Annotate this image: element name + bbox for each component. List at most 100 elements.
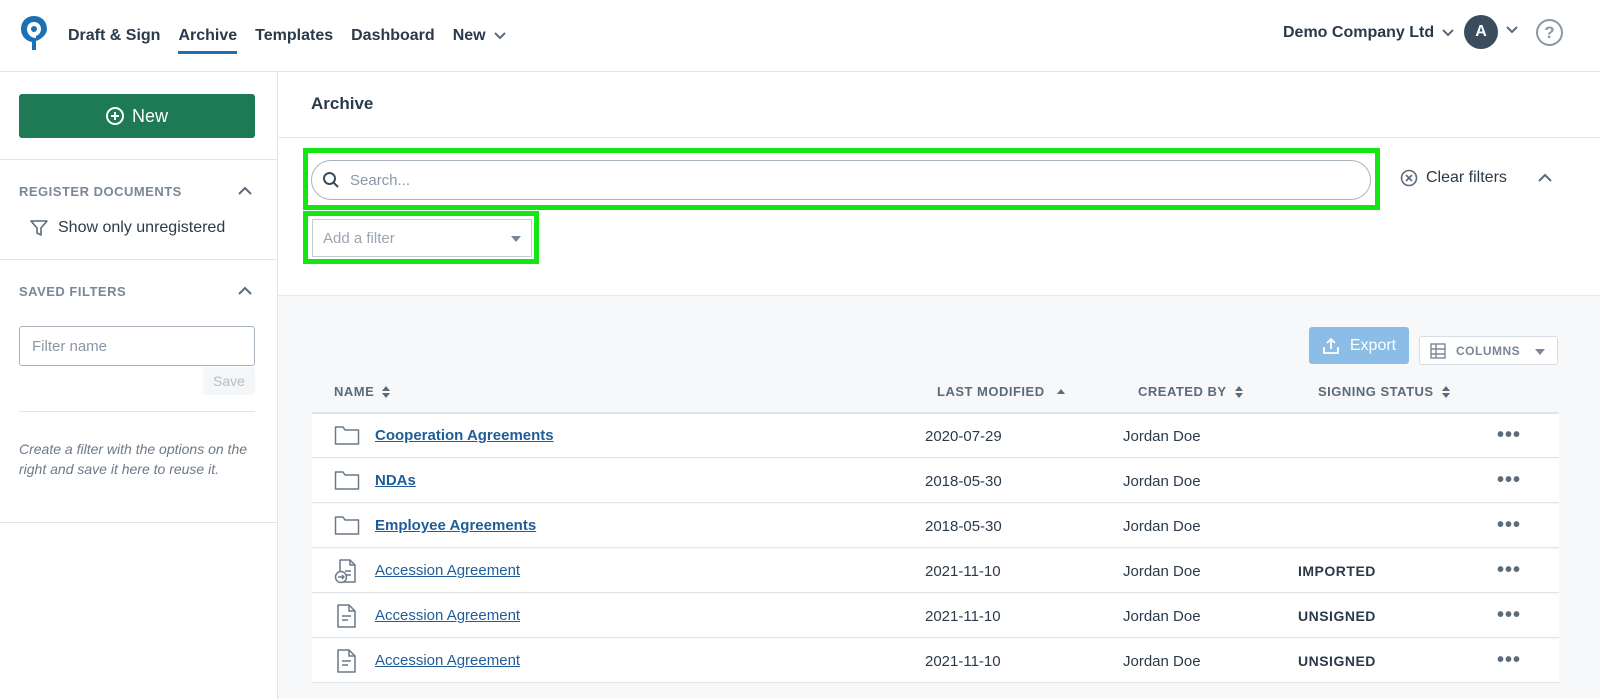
plus-circle-icon [105,107,124,125]
show-unregistered-filter[interactable]: Show only unregistered [30,219,225,237]
chevron-down-icon[interactable] [1506,26,1518,34]
row-name-link[interactable]: Accession Agreement [375,607,520,624]
table-row[interactable]: Accession Agreement 2021-11-10 Jordan Do… [312,639,1559,683]
columns-dropdown[interactable]: COLUMNS [1419,336,1558,365]
table-row[interactable]: Accession Agreement 2021-11-10 Jordan Do… [312,549,1559,593]
top-navigation-bar: Draft & Sign Archive Templates Dashboard… [0,0,1600,72]
row-created-by: Jordan Doe [1123,608,1201,625]
table-row[interactable]: NDAs 2018-05-30 Jordan Doe ••• [312,459,1559,503]
nav-dashboard[interactable]: Dashboard [351,0,435,72]
row-created-by: Jordan Doe [1123,518,1201,535]
row-modified: 2018-05-30 [925,473,1002,490]
caret-down-icon [1535,349,1545,355]
folder-icon [334,471,360,490]
folder-icon [334,516,360,535]
table-row[interactable]: Employee Agreements 2018-05-30 Jordan Do… [312,504,1559,548]
nav-templates[interactable]: Templates [255,0,333,72]
row-status: IMPORTED [1298,563,1376,579]
row-created-by: Jordan Doe [1123,473,1201,490]
row-name-link[interactable]: Cooperation Agreements [375,427,554,444]
save-filter-label: Save [213,373,245,389]
sidebar-divider [0,522,278,523]
filter-name-input[interactable] [19,326,255,366]
avatar-initial: A [1475,23,1487,40]
document-icon [337,649,356,673]
table-row[interactable]: Accession Agreement 2021-11-10 Jordan Do… [312,594,1559,638]
sort-icon [382,385,391,398]
row-modified: 2021-11-10 [925,608,1001,625]
sidebar-divider [19,411,255,412]
nav-archive[interactable]: Archive [178,0,237,72]
more-options-icon[interactable]: ••• [1497,559,1521,582]
row-modified: 2018-05-30 [925,518,1002,535]
row-status: UNSIGNED [1298,608,1376,624]
export-label: Export [1349,336,1397,354]
row-created-by: Jordan Doe [1123,653,1201,670]
row-name-link[interactable]: Accession Agreement [375,562,520,579]
save-filter-button[interactable]: Save [203,367,255,395]
table-row[interactable]: Cooperation Agreements 2020-07-29 Jordan… [312,414,1559,458]
logo-icon[interactable] [18,14,50,52]
row-name-link[interactable]: Accession Agreement [375,652,520,669]
row-modified: 2021-11-10 [925,563,1001,580]
sidebar-divider [0,259,278,260]
export-button[interactable]: Export [1309,327,1409,364]
company-name: Demo Company Ltd [1283,24,1435,41]
upload-icon [1322,337,1339,354]
column-header-label: SIGNING STATUS [1318,384,1434,399]
avatar[interactable]: A [1464,15,1498,49]
search-highlight-box [303,148,1380,210]
more-options-icon[interactable]: ••• [1497,604,1521,627]
sidebar: New REGISTER DOCUMENTS Show only unregis… [0,72,278,699]
page-title: Archive [311,94,374,113]
sidebar-divider [0,159,278,160]
row-created-by: Jordan Doe [1123,563,1201,580]
more-options-icon[interactable]: ••• [1497,649,1521,672]
nav-draft-sign-label: Draft & Sign [68,27,161,44]
chevron-up-icon[interactable] [1538,173,1552,182]
company-switcher[interactable]: Demo Company Ltd [1283,20,1454,46]
new-button-label: New [131,105,168,126]
more-options-icon[interactable]: ••• [1497,514,1521,537]
nav-dashboard-label: Dashboard [351,27,435,44]
chevron-down-icon [1442,29,1454,37]
funnel-icon [30,220,48,236]
main-nav: Draft & Sign Archive Templates Dashboard… [68,0,524,72]
document-icon [337,604,356,628]
more-options-icon[interactable]: ••• [1497,424,1521,447]
row-name-link[interactable]: Employee Agreements [375,517,536,534]
clear-filters-label: Clear filters [1426,169,1507,186]
imported-document-icon [334,559,356,584]
nav-new-menu[interactable]: New [453,0,506,72]
column-header-last-modified[interactable]: LAST MODIFIED [937,384,1065,399]
more-options-icon[interactable]: ••• [1497,469,1521,492]
help-symbol: ? [1544,22,1555,42]
column-header-label: LAST MODIFIED [937,384,1045,399]
saved-filters-hint: Create a filter with the options on the … [19,441,248,477]
nav-archive-label: Archive [178,27,238,44]
close-circle-icon [1400,169,1418,187]
filter-highlight-box [303,211,539,264]
nav-draft-sign[interactable]: Draft & Sign [68,0,160,72]
sort-icon [1234,385,1243,398]
chevron-up-icon[interactable] [238,286,252,295]
clear-filters-button[interactable]: Clear filters [1400,169,1507,187]
column-header-signing-status[interactable]: SIGNING STATUS [1318,384,1450,399]
column-header-created-by[interactable]: CREATED BY [1138,384,1243,399]
column-header-name[interactable]: NAME [334,384,391,399]
row-modified: 2021-11-10 [925,653,1001,670]
chevron-up-icon[interactable] [238,186,252,195]
register-documents-heading: REGISTER DOCUMENTS [19,184,182,199]
table-grid-icon [1430,342,1446,359]
saved-filters-heading: SAVED FILTERS [19,284,127,299]
row-modified: 2020-07-29 [925,428,1002,445]
new-document-button[interactable]: New [19,94,255,138]
row-name-link[interactable]: NDAs [375,472,416,489]
row-created-by: Jordan Doe [1123,428,1201,445]
title-divider [278,137,1600,138]
main-content: Archive Add a filter Clear filters Expor… [278,72,1600,699]
columns-label: COLUMNS [1456,343,1521,358]
nav-templates-label: Templates [255,27,334,44]
help-icon[interactable]: ? [1536,19,1563,46]
chevron-down-icon [493,32,506,40]
